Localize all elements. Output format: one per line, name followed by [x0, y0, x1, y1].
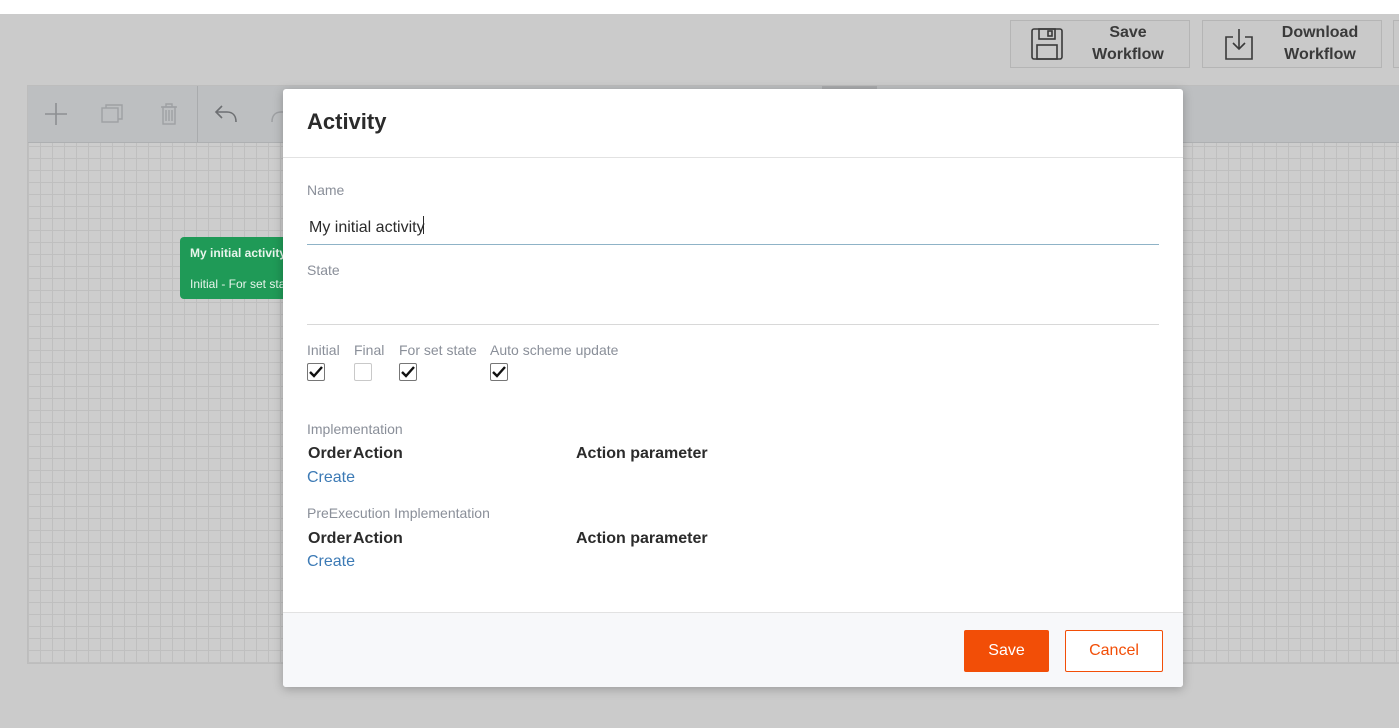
plus-icon[interactable] — [42, 100, 70, 128]
activity-node-name: My initial activity — [190, 246, 287, 260]
initial-checkbox-label: Initial — [307, 342, 340, 358]
save-button[interactable]: Save — [964, 630, 1049, 672]
pre-implementation-create-link[interactable]: Create — [307, 553, 355, 571]
initial-checkbox[interactable] — [307, 363, 325, 381]
download-icon — [1219, 27, 1259, 61]
activity-dialog: Activity Name State Initial Final For se… — [283, 89, 1183, 687]
top-strip — [0, 0, 1399, 14]
toolbar-separator — [197, 86, 198, 142]
auto-scheme-update-checkbox-label: Auto scheme update — [490, 342, 619, 358]
auto-scheme-update-checkbox[interactable] — [490, 363, 508, 381]
save-workflow-label-line1: Save — [1109, 24, 1147, 41]
dialog-footer: Save Cancel — [283, 612, 1183, 687]
dialog-title: Activity — [307, 109, 387, 134]
checkmark-icon — [401, 366, 415, 378]
pre-implementation-order-header: Order — [308, 530, 352, 547]
activity-node-state: Initial - For set state — [190, 277, 296, 291]
download-workflow-label: Download Workflow — [1259, 22, 1381, 66]
pre-implementation-label: PreExecution Implementation — [307, 505, 490, 521]
save-workflow-label: Save Workflow — [1067, 22, 1189, 66]
dialog-header-divider — [283, 157, 1183, 158]
for-set-state-checkbox-label: For set state — [399, 342, 477, 358]
pre-implementation-action-header: Action — [353, 530, 403, 547]
final-checkbox[interactable] — [354, 363, 372, 381]
text-caret — [423, 216, 424, 234]
floppy-disk-icon — [1027, 27, 1067, 61]
for-set-state-checkbox[interactable] — [399, 363, 417, 381]
download-workflow-button[interactable]: Download Workflow — [1202, 20, 1382, 68]
state-label: State — [307, 262, 340, 278]
extra-header-button[interactable] — [1393, 20, 1399, 68]
cancel-button[interactable]: Cancel — [1065, 630, 1163, 672]
download-workflow-label-line1: Download — [1281, 24, 1359, 41]
download-workflow-label-line2: Workflow — [1284, 46, 1356, 63]
undo-icon[interactable] — [212, 100, 240, 128]
implementation-param-header: Action parameter — [576, 445, 708, 462]
name-label: Name — [307, 182, 345, 198]
implementation-label: Implementation — [307, 421, 403, 437]
save-workflow-button[interactable]: Save Workflow — [1010, 20, 1190, 68]
final-checkbox-label: Final — [354, 342, 385, 358]
implementation-action-header: Action — [353, 445, 403, 462]
implementation-create-link[interactable]: Create — [307, 469, 355, 487]
state-input[interactable] — [307, 291, 1159, 325]
name-input[interactable] — [307, 211, 1159, 245]
trash-icon[interactable] — [155, 100, 183, 128]
implementation-order-header: Order — [308, 445, 352, 462]
save-workflow-label-line2: Workflow — [1092, 46, 1164, 63]
pre-implementation-param-header: Action parameter — [576, 530, 708, 547]
checkmark-icon — [492, 366, 506, 378]
checkmark-icon — [309, 366, 323, 378]
copy-icon[interactable] — [98, 100, 126, 128]
